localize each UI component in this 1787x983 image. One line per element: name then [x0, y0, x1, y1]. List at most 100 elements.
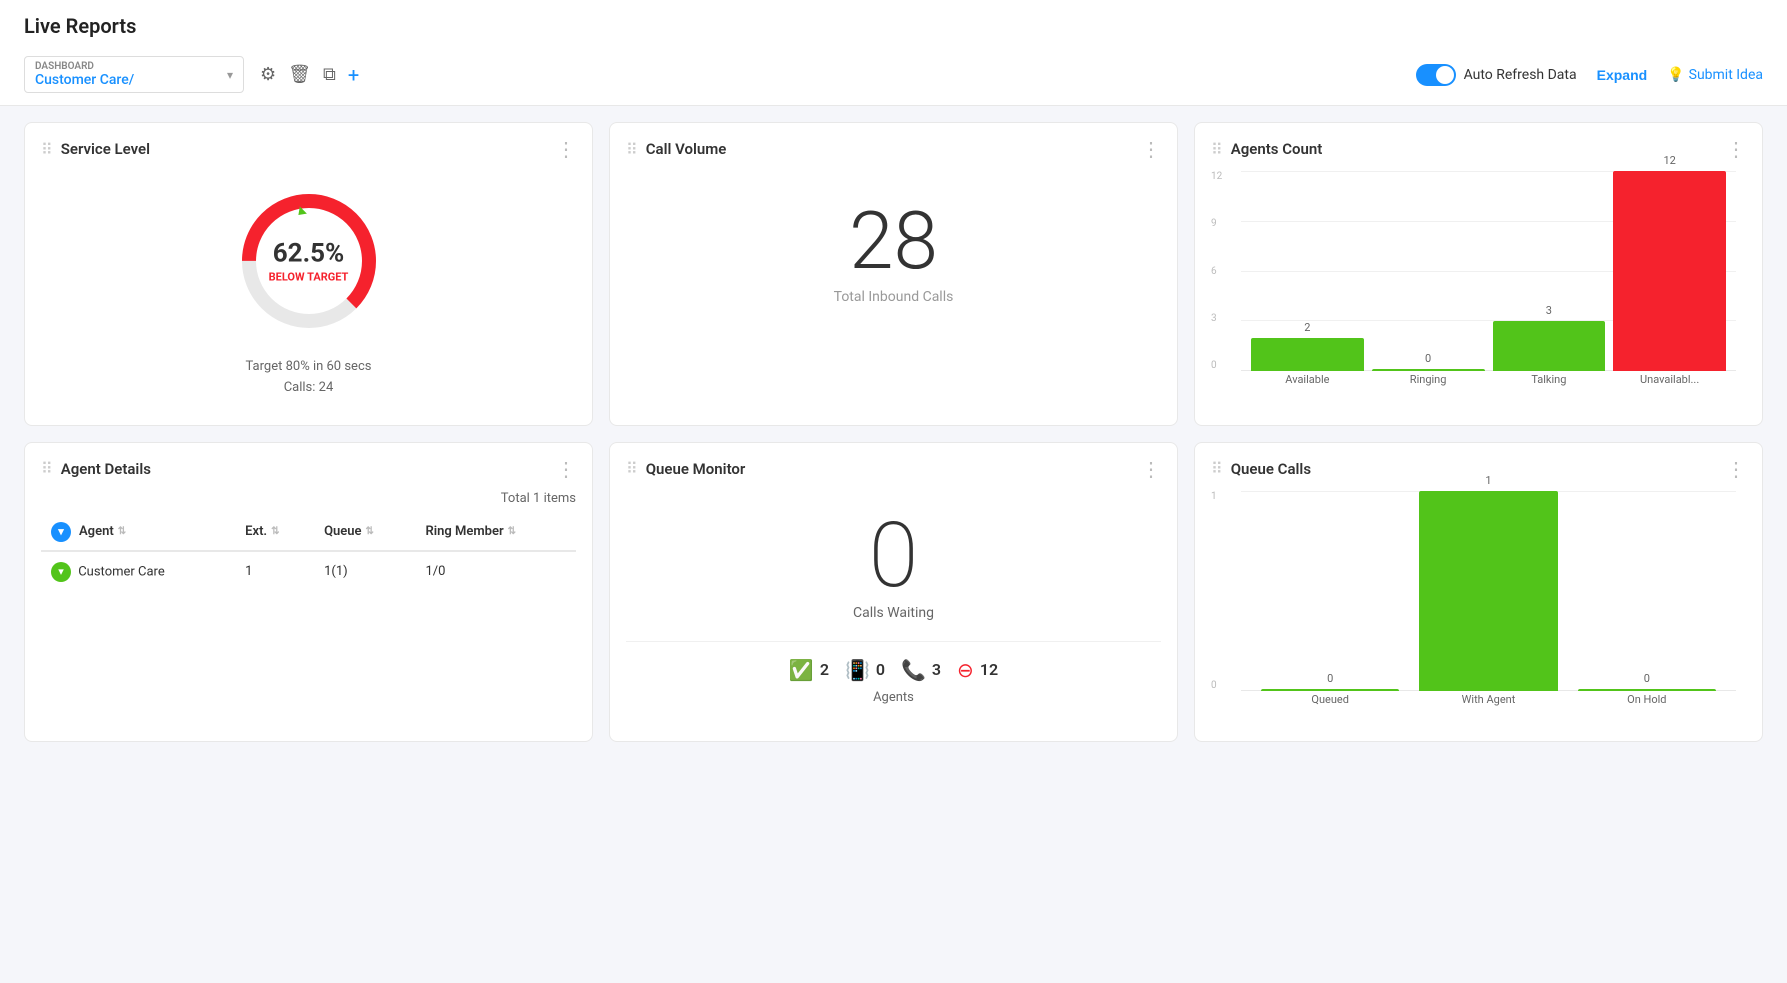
service-level-target: Target 80% in 60 secs — [246, 357, 372, 378]
bar-ringing-value: 0 — [1425, 352, 1431, 365]
chevron-down-icon: ▾ — [227, 68, 233, 82]
toolbar-icons: ⚙ 🗑 ⧉ + — [260, 63, 359, 87]
agent-details-title: Agent Details — [61, 460, 548, 478]
sort-queue-icon: ⇅ — [366, 526, 374, 537]
cell-ring-member: 1/0 — [415, 551, 576, 592]
y-tick-12: 12 — [1211, 171, 1239, 182]
drag-handle-agent-details[interactable]: ⠿ — [41, 459, 53, 478]
drag-handle-call-volume[interactable]: ⠿ — [626, 140, 638, 159]
q-y-tick-top: 1 — [1211, 491, 1239, 502]
below-target-label: BELOW TARGET — [269, 271, 349, 284]
bar-available: 2 — [1251, 321, 1364, 371]
auto-refresh-toggle[interactable]: Auto Refresh Data — [1416, 64, 1577, 86]
bar-talking: 3 — [1493, 304, 1606, 371]
minus-circle-icon: ⊖ — [957, 658, 974, 682]
drag-handle-service-level[interactable]: ⠿ — [41, 140, 53, 159]
queue-calls-chart: 1 0 0 1 0 — [1211, 491, 1746, 721]
phone-icon: 📞 — [901, 658, 926, 682]
bar-label-ringing: Ringing — [1372, 373, 1485, 401]
q-bar-on-hold: 0 — [1578, 672, 1716, 691]
bar-label-unavailable: Unavailabl... — [1613, 373, 1726, 401]
agent-details-card: ⠿ Agent Details ⋮ Total 1 items ▾ Agent … — [24, 442, 593, 742]
drag-handle-queue-monitor[interactable]: ⠿ — [626, 459, 638, 478]
agents-count-menu[interactable]: ⋮ — [1726, 139, 1746, 159]
agents-count-card: ⠿ Agents Count ⋮ 12 9 6 3 0 — [1194, 122, 1763, 426]
toggle-knob — [1436, 66, 1454, 84]
call-volume-card: ⠿ Call Volume ⋮ 28 Total Inbound Calls — [609, 122, 1178, 426]
call-volume-menu[interactable]: ⋮ — [1141, 139, 1161, 159]
toggle-switch[interactable] — [1416, 64, 1456, 86]
q-bar-queued: 0 — [1261, 672, 1399, 691]
queue-stat-ringing: 📳 0 — [845, 658, 885, 682]
call-volume-title: Call Volume — [646, 140, 1133, 158]
service-level-title: Service Level — [61, 140, 548, 158]
queue-calls-menu[interactable]: ⋮ — [1726, 459, 1746, 479]
expand-button[interactable]: Expand — [1597, 67, 1648, 83]
service-level-meta: Target 80% in 60 secs Calls: 24 — [246, 357, 372, 399]
service-level-calls: Calls: 24 — [246, 378, 372, 399]
col-ext[interactable]: Ext. ⇅ — [235, 514, 314, 551]
dashboard-label: DASHBOARD — [35, 61, 233, 72]
table-row: ▾ Customer Care 1 1(1) 1/0 — [41, 551, 576, 592]
col-ring-member[interactable]: Ring Member ⇅ — [415, 514, 576, 551]
row-expand-btn[interactable]: ▾ — [51, 562, 71, 582]
col-agent[interactable]: ▾ Agent ⇅ — [41, 514, 235, 551]
settings-icon[interactable]: ⚙ — [260, 64, 276, 85]
drag-handle-queue-calls[interactable]: ⠿ — [1211, 459, 1223, 478]
stat-talking-value: 3 — [932, 660, 941, 679]
queue-calls-card: ⠿ Queue Calls ⋮ 1 0 0 1 — [1194, 442, 1763, 742]
call-volume-header: ⠿ Call Volume ⋮ — [626, 139, 1161, 159]
sort-agent-icon: ⇅ — [118, 526, 126, 537]
stat-unavailable-value: 12 — [980, 660, 998, 679]
agent-details-menu[interactable]: ⋮ — [556, 459, 576, 479]
y-tick-6: 6 — [1211, 266, 1239, 277]
y-tick-9: 9 — [1211, 218, 1239, 229]
cell-ext: 1 — [235, 551, 314, 592]
donut-chart: 62.5% BELOW TARGET — [229, 181, 389, 341]
service-level-menu[interactable]: ⋮ — [556, 139, 576, 159]
submit-idea-link[interactable]: 💡 Submit Idea — [1667, 67, 1763, 83]
agents-count-chart: 12 9 6 3 0 2 0 — [1211, 171, 1746, 401]
calls-waiting-number: 0 — [869, 511, 919, 601]
q-bar-on-hold-value: 0 — [1644, 672, 1650, 685]
bar-unavailable: 12 — [1613, 154, 1726, 371]
y-tick-0: 0 — [1211, 360, 1239, 371]
queue-stat-unavailable: ⊖ 12 — [957, 658, 998, 682]
donut-percentage: 62.5% — [269, 239, 349, 269]
queue-monitor-title: Queue Monitor — [646, 460, 1133, 478]
sort-ext-icon: ⇅ — [271, 526, 279, 537]
service-level-header: ⠿ Service Level ⋮ — [41, 139, 576, 159]
agent-details-total: Total 1 items — [41, 491, 576, 506]
queue-monitor-header: ⠿ Queue Monitor ⋮ — [626, 459, 1161, 479]
queue-monitor-card: ⠿ Queue Monitor ⋮ 0 Calls Waiting ✅ 2 📳 … — [609, 442, 1178, 742]
queue-monitor-menu[interactable]: ⋮ — [1141, 459, 1161, 479]
dashboard-selector[interactable]: DASHBOARD Customer Care/ ▾ — [24, 56, 244, 93]
col-queue[interactable]: Queue ⇅ — [314, 514, 415, 551]
q-label-with-agent: With Agent — [1419, 693, 1557, 721]
agents-label: Agents — [873, 690, 914, 705]
bar-unavailable-value: 12 — [1663, 154, 1675, 167]
page-header: Live Reports — [0, 0, 1787, 48]
ring-icon: 📳 — [845, 658, 870, 682]
delete-icon[interactable]: 🗑 — [288, 64, 311, 85]
sort-ring-icon: ⇅ — [508, 526, 516, 537]
drag-handle-agents-count[interactable]: ⠿ — [1211, 140, 1223, 159]
toolbar-right: Auto Refresh Data Expand 💡 Submit Idea — [1416, 64, 1763, 86]
donut-center: 62.5% BELOW TARGET — [269, 239, 349, 284]
q-bar-with-agent: 1 — [1419, 474, 1557, 691]
expand-all-btn[interactable]: ▾ — [51, 522, 71, 542]
q-bar-queued-value: 0 — [1327, 672, 1333, 685]
copy-icon[interactable]: ⧉ — [323, 64, 336, 85]
call-volume-content: 28 Total Inbound Calls — [626, 171, 1161, 335]
agent-details-header: ⠿ Agent Details ⋮ — [41, 459, 576, 479]
queue-stat-talking: 📞 3 — [901, 658, 941, 682]
add-icon[interactable]: + — [348, 63, 359, 87]
top-grid: ⠿ Service Level ⋮ 62.5% BELOW TARGET — [0, 106, 1787, 442]
cell-queue: 1(1) — [314, 551, 415, 592]
bar-available-value: 2 — [1304, 321, 1310, 334]
q-y-tick-bottom: 0 — [1211, 680, 1239, 691]
page-title: Live Reports — [24, 14, 136, 38]
bar-ringing: 0 — [1372, 352, 1485, 371]
service-level-card: ⠿ Service Level ⋮ 62.5% BELOW TARGET — [24, 122, 593, 426]
agent-table: ▾ Agent ⇅ Ext. ⇅ Queue ⇅ Ring Member ⇅ — [41, 514, 576, 592]
